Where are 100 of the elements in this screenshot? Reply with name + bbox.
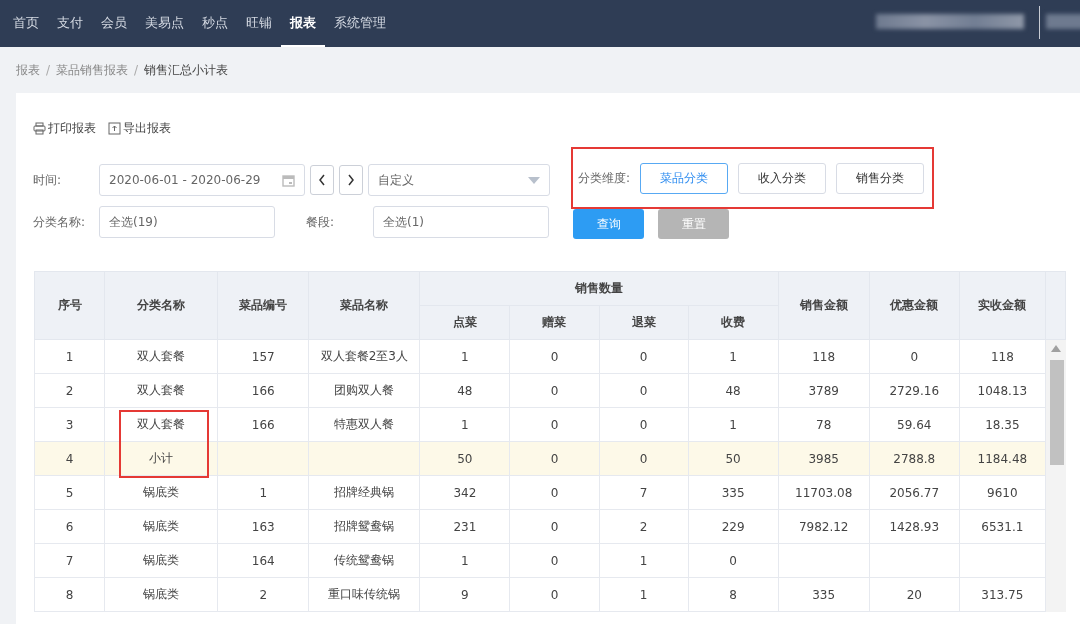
table-cell: 双人套餐	[104, 339, 218, 374]
table-cell: 8	[688, 577, 779, 612]
previous-button[interactable]	[310, 165, 334, 195]
table-cell: 50	[419, 441, 510, 476]
nav-tab[interactable]: 旺铺	[237, 0, 281, 47]
column-header: 销售金额	[778, 271, 870, 340]
calendar-icon	[282, 173, 295, 187]
scrollbar-thumb[interactable]	[1049, 360, 1064, 465]
table-cell: 48	[419, 373, 510, 408]
table-cell: 20	[869, 577, 960, 612]
table-cell: 0	[869, 339, 960, 374]
column-header: 点菜	[419, 305, 510, 340]
table-cell: 1	[688, 407, 779, 442]
table-cell: 双人套餐	[104, 407, 218, 442]
table-cell: 3	[34, 407, 105, 442]
category-name-field[interactable]: 全选(19)	[99, 206, 275, 238]
table-cell: 0	[509, 509, 599, 544]
table-cell: 1	[419, 543, 510, 578]
table-cell: 1	[419, 407, 510, 442]
breadcrumb-separator: /	[134, 63, 139, 77]
table-cell: 157	[217, 339, 309, 374]
table-cell: 0	[509, 339, 599, 374]
table-cell: 0	[599, 407, 689, 442]
table-cell: 1	[419, 339, 510, 374]
column-header: 赠菜	[509, 305, 599, 340]
field-label: 分类维度:	[578, 169, 631, 187]
print-button[interactable]: 打印报表	[33, 120, 96, 137]
nav-tab[interactable]: 美易点	[136, 0, 193, 47]
table-cell: 118	[959, 339, 1046, 374]
date-range-field[interactable]: 2020-06-01 - 2020-06-29	[99, 164, 305, 196]
export-button[interactable]: 导出报表	[108, 120, 171, 137]
dropdown-arrow-icon	[528, 176, 540, 184]
column-header: 收费	[688, 305, 779, 340]
table-cell: 0	[509, 407, 599, 442]
nav-tab[interactable]: 秒点	[193, 0, 237, 47]
nav-tab[interactable]: 首页	[4, 0, 48, 47]
table-cell: 229	[688, 509, 779, 544]
table-cell: 0	[688, 543, 779, 578]
table-cell: 锅底类	[104, 543, 218, 578]
table-cell: 2788.8	[869, 441, 960, 476]
column-header: 序号	[34, 271, 105, 340]
nav-tab[interactable]: 支付	[48, 0, 92, 47]
column-header: 实收金额	[959, 271, 1046, 340]
table-cell: 164	[217, 543, 309, 578]
dimension-option-button[interactable]: 收入分类	[738, 162, 827, 194]
table-cell: 335	[688, 475, 779, 510]
table-cell: 0	[509, 577, 599, 612]
table-cell: 78	[778, 407, 870, 442]
table-cell: 59.64	[869, 407, 960, 442]
table-cell: 2729.16	[869, 373, 960, 408]
table-cell: 6531.1	[959, 509, 1046, 544]
period-dropdown[interactable]: 自定义	[368, 164, 550, 196]
printer-icon	[33, 122, 46, 135]
nav-tab[interactable]: 系统管理	[325, 0, 395, 47]
table-cell: 8	[34, 577, 105, 612]
table-cell: 1	[599, 543, 689, 578]
dimension-option-button[interactable]: 菜品分类	[640, 162, 729, 194]
nav-tab[interactable]: 会员	[92, 0, 136, 47]
table-cell: 3789	[778, 373, 870, 408]
next-button[interactable]	[339, 165, 363, 195]
dimension-option-button[interactable]: 销售分类	[836, 162, 925, 194]
table-cell: 118	[778, 339, 870, 374]
table-cell: 7	[599, 475, 689, 510]
table-cell: 7	[34, 543, 105, 578]
nav-tab[interactable]: 报表	[281, 0, 325, 47]
table-cell: 招牌经典锅	[308, 475, 420, 510]
chevron-left-icon	[318, 174, 326, 186]
table-cell: 7982.12	[778, 509, 870, 544]
meal-period-field[interactable]: 全选(1)	[373, 206, 549, 238]
table-cell: 0	[509, 475, 599, 510]
table-cell: 锅底类	[104, 577, 218, 612]
table-cell: 6	[34, 509, 105, 544]
table-cell: 1	[599, 577, 689, 612]
column-header: 菜品编号	[217, 271, 309, 340]
table-cell: 特惠双人餐	[308, 407, 420, 442]
table-cell: 锅底类	[104, 475, 218, 510]
table-cell: 11703.08	[778, 475, 870, 510]
field-label: 餐段:	[306, 213, 336, 231]
table-cell: 231	[419, 509, 510, 544]
column-group-header: 销售数量	[419, 271, 779, 306]
table-cell: 2	[34, 373, 105, 408]
table-cell: 9	[419, 577, 510, 612]
table-cell: 0	[509, 543, 599, 578]
table-cell: 双人套餐2至3人	[308, 339, 420, 374]
breadcrumb-item: 销售汇总小计表	[144, 61, 229, 79]
blurred-user-info	[1046, 14, 1080, 29]
table-cell: 2	[599, 509, 689, 544]
table-cell: 166	[217, 407, 309, 442]
table-cell: 1	[217, 475, 309, 510]
table-cell: 4	[34, 441, 105, 476]
table-cell: 342	[419, 475, 510, 510]
table-cell: 团购双人餐	[308, 373, 420, 408]
table-cell: 双人套餐	[104, 373, 218, 408]
table-cell: 0	[509, 373, 599, 408]
table-cell: 重口味传统锅	[308, 577, 420, 612]
table-cell: 0	[599, 373, 689, 408]
table-cell: 1	[688, 339, 779, 374]
table-cell: 3985	[778, 441, 870, 476]
table-cell: 1048.13	[959, 373, 1046, 408]
table-cell: 313.75	[959, 577, 1046, 612]
